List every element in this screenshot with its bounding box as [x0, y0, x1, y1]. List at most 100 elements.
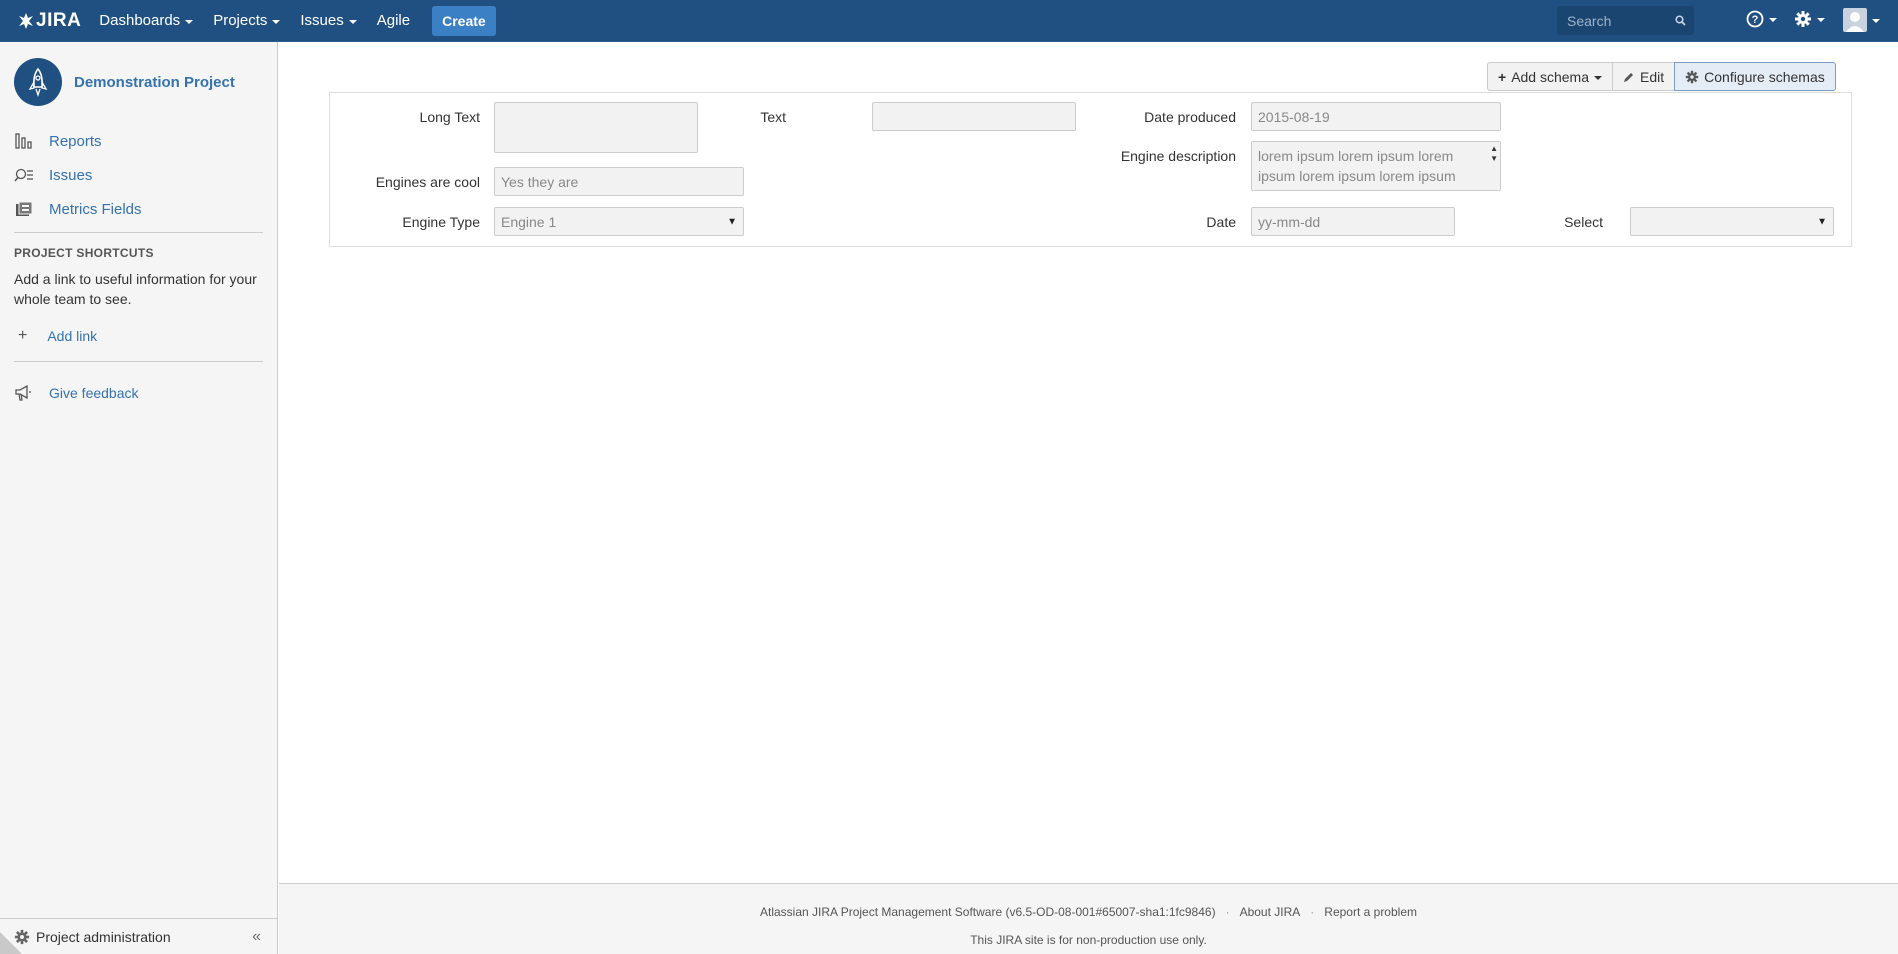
separator: · — [1225, 905, 1230, 919]
add-schema-label: Add schema — [1511, 68, 1590, 85]
engine-type-value: Engine 1 — [501, 213, 557, 230]
top-navigation-bar: JIRA Dashboards Projects Issues Agile Cr… — [0, 0, 1898, 42]
engines-are-cool-value: Yes they are — [501, 173, 579, 190]
help-menu[interactable]: ? — [1746, 10, 1777, 28]
schema-toolbar: + Add schema Edit Configure schemas — [1487, 62, 1836, 91]
nav-dashboards-label: Dashboards — [99, 12, 181, 29]
plus-icon: + — [18, 327, 28, 344]
add-link-button[interactable]: + Add link — [0, 321, 277, 351]
footer-version: Atlassian JIRA Project Management Softwa… — [760, 905, 1216, 919]
engines-are-cool-label: Engines are cool — [375, 174, 480, 190]
help-icon: ? — [1746, 10, 1764, 28]
schema-form: Long Text Text Date produced 2015-08-19 … — [329, 92, 1852, 247]
shortcuts-title: PROJECT SHORTCUTS — [14, 246, 154, 260]
page-footer: Atlassian JIRA Project Management Softwa… — [279, 883, 1898, 954]
megaphone-icon — [14, 385, 34, 401]
date-produced-value: 2015-08-19 — [1258, 108, 1330, 125]
sidebar-item-issues[interactable]: Issues — [0, 158, 277, 192]
configure-schemas-button[interactable]: Configure schemas — [1674, 62, 1836, 91]
main-nav: Dashboards Projects Issues Agile Create — [99, 5, 496, 36]
footer-notice: This JIRA site is for non-production use… — [970, 933, 1207, 947]
divider — [14, 361, 263, 362]
engine-description-label: Engine description — [1120, 148, 1236, 164]
sidebar-item-metrics-fields[interactable]: Metrics Fields — [0, 192, 277, 226]
select-dropdown[interactable]: ▼ — [1630, 207, 1834, 236]
add-link-label: Add link — [47, 328, 98, 344]
search-icon — [1675, 15, 1686, 26]
date-placeholder: yy-mm-dd — [1258, 213, 1321, 230]
edit-button[interactable]: Edit — [1612, 62, 1676, 91]
sidebar-item-reports[interactable]: Reports — [0, 124, 277, 158]
separator: · — [1310, 905, 1315, 919]
search-input[interactable]: Search — [1557, 6, 1694, 35]
logo-text: JIRA — [36, 9, 82, 31]
date-produced-label: Date produced — [1144, 109, 1236, 125]
project-sidebar: Demonstration Project Reports Issues Met… — [0, 42, 278, 954]
configure-schemas-label: Configure schemas — [1704, 68, 1825, 85]
date-produced-field[interactable]: 2015-08-19 — [1251, 102, 1501, 131]
nav-agile-label: Agile — [376, 12, 411, 29]
long-text-label: Long Text — [419, 109, 480, 125]
chevron-down-icon — [1817, 18, 1825, 22]
pencil-icon — [1623, 71, 1635, 83]
nav-projects[interactable]: Projects — [213, 12, 281, 29]
textarea-scroll-arrows-icon[interactable]: ▲ ▼ — [1490, 144, 1498, 164]
date-field[interactable]: yy-mm-dd — [1251, 207, 1455, 236]
svg-text:?: ? — [1752, 14, 1759, 26]
nav-issues[interactable]: Issues — [300, 12, 357, 29]
give-feedback-link[interactable]: Give feedback — [0, 378, 277, 408]
shortcuts-description: Add a link to useful information for you… — [14, 271, 257, 307]
give-feedback-label: Give feedback — [49, 385, 139, 401]
text-field[interactable] — [872, 102, 1076, 131]
rocket-icon — [28, 67, 48, 97]
add-schema-button[interactable]: + Add schema — [1487, 62, 1614, 91]
nav-dashboards[interactable]: Dashboards — [99, 12, 194, 29]
sidebar-item-label: Reports — [49, 132, 102, 150]
date-label: Date — [1206, 214, 1236, 230]
nav-issues-label: Issues — [300, 12, 344, 29]
engine-description-field[interactable]: lorem ipsum lorem ipsum lorem ipsum lore… — [1251, 141, 1501, 191]
sidebar-item-label: Issues — [49, 166, 93, 184]
chevron-down-icon — [185, 19, 194, 24]
engine-type-label: Engine Type — [402, 214, 480, 230]
text-label: Text — [760, 109, 786, 125]
engine-type-select[interactable]: Engine 1 ▼ — [494, 207, 744, 236]
chevron-down-icon — [272, 19, 281, 24]
nav-agile[interactable]: Agile — [377, 12, 410, 29]
long-text-field[interactable] — [494, 102, 698, 153]
gear-icon — [1685, 70, 1699, 84]
edit-label: Edit — [1640, 68, 1665, 85]
sidebar-item-label: Metrics Fields — [49, 200, 142, 218]
nav-projects-label: Projects — [213, 12, 268, 29]
about-jira-link[interactable]: About JIRA — [1240, 905, 1301, 919]
plus-icon: + — [1498, 68, 1507, 85]
user-menu[interactable] — [1843, 8, 1880, 32]
reports-icon — [14, 132, 34, 150]
jira-logo[interactable]: JIRA — [18, 10, 81, 32]
issues-icon — [14, 166, 34, 184]
report-problem-link[interactable]: Report a problem — [1324, 905, 1417, 919]
engines-are-cool-field[interactable]: Yes they are — [494, 167, 744, 196]
user-avatar-icon — [1843, 8, 1867, 32]
project-name[interactable]: Demonstration Project — [74, 74, 235, 91]
collapse-sidebar-icon[interactable]: « — [252, 928, 261, 946]
gear-icon — [1795, 11, 1811, 27]
chevron-down-icon — [1769, 18, 1777, 22]
chevron-down-icon: ▼ — [727, 216, 737, 227]
expand-corner-icon[interactable] — [0, 932, 22, 954]
metrics-icon — [14, 200, 34, 218]
create-button[interactable]: Create — [432, 5, 496, 36]
chevron-down-icon: ▼ — [1817, 216, 1827, 227]
chevron-down-icon — [348, 19, 357, 24]
chevron-down-icon — [1872, 19, 1880, 23]
search-placeholder: Search — [1567, 12, 1612, 29]
footer-links: Atlassian JIRA Project Management Softwa… — [279, 905, 1898, 919]
engine-description-value: lorem ipsum lorem ipsum lorem ipsum lore… — [1258, 148, 1456, 184]
project-avatar[interactable] — [14, 58, 62, 106]
sidebar-nav: Reports Issues Metrics Fields — [0, 124, 277, 226]
admin-menu[interactable] — [1794, 10, 1825, 28]
chevron-down-icon — [1594, 75, 1603, 80]
project-administration-link[interactable]: Project administration « — [0, 918, 277, 954]
project-header: Demonstration Project — [0, 42, 277, 106]
jira-logo-icon — [19, 12, 33, 29]
